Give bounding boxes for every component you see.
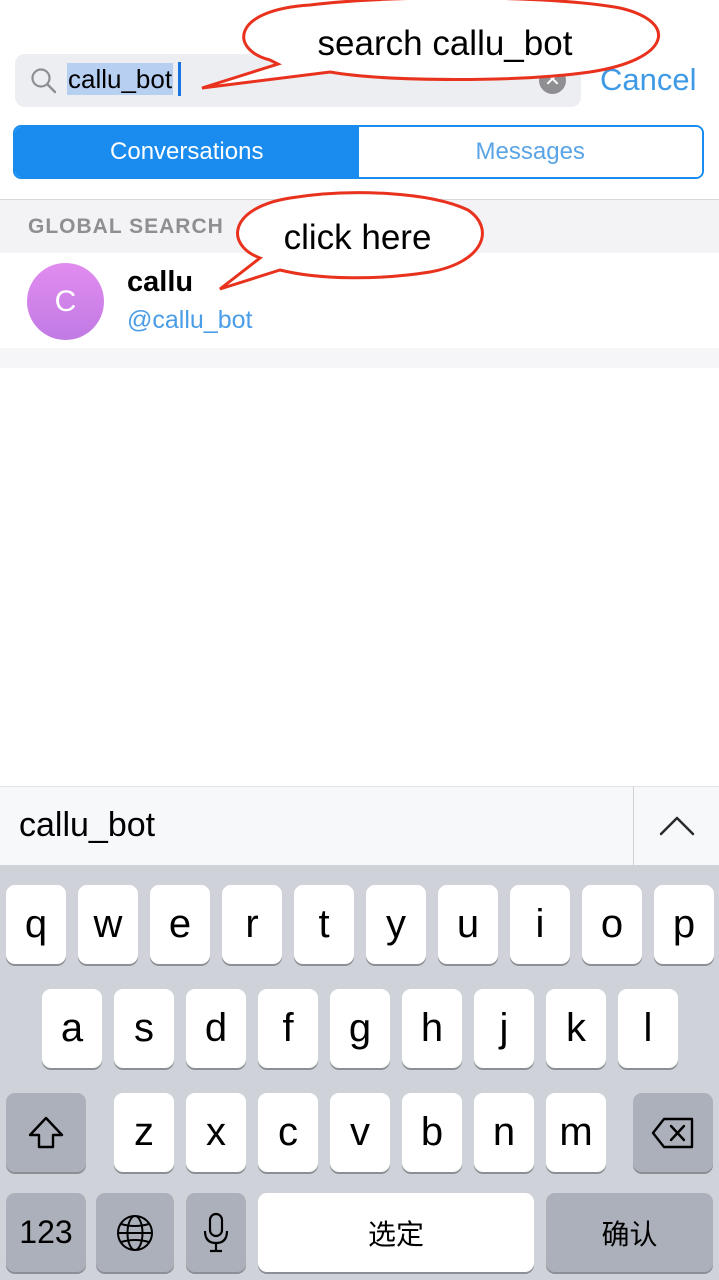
backspace-key[interactable] xyxy=(633,1093,713,1172)
click-callout-text: click here xyxy=(283,218,432,257)
key-c[interactable]: c xyxy=(258,1093,318,1172)
key-z[interactable]: z xyxy=(114,1093,174,1172)
shift-key[interactable] xyxy=(6,1093,86,1172)
key-e[interactable]: e xyxy=(150,885,210,964)
tab-messages[interactable]: Messages xyxy=(358,127,702,177)
search-icon xyxy=(31,68,57,94)
key-d[interactable]: d xyxy=(186,989,246,1068)
key-g[interactable]: g xyxy=(330,989,390,1068)
text-caret xyxy=(178,62,181,96)
key-w[interactable]: w xyxy=(78,885,138,964)
search-input[interactable]: callu_bot xyxy=(67,63,174,95)
key-m[interactable]: m xyxy=(546,1093,606,1172)
key-v[interactable]: v xyxy=(330,1093,390,1172)
row-separator xyxy=(0,348,719,368)
key-p[interactable]: p xyxy=(654,885,714,964)
key-y[interactable]: y xyxy=(366,885,426,964)
avatar: C xyxy=(27,263,104,340)
section-title: GLOBAL SEARCH xyxy=(28,215,224,238)
globe-icon xyxy=(117,1214,153,1251)
key-i[interactable]: i xyxy=(510,885,570,964)
microphone-key[interactable] xyxy=(186,1193,246,1272)
keyboard: q w e r t y u i o p a s d f g h j k l z … xyxy=(0,865,719,1280)
key-u[interactable]: u xyxy=(438,885,498,964)
key-l[interactable]: l xyxy=(618,989,678,1068)
space-key[interactable]: 选定 xyxy=(258,1193,534,1272)
chevron-up-icon[interactable] xyxy=(655,806,699,846)
key-a[interactable]: a xyxy=(42,989,102,1068)
globe-key[interactable] xyxy=(96,1193,174,1272)
search-callout-text: search callu_bot xyxy=(317,24,573,63)
key-r[interactable]: r xyxy=(222,885,282,964)
key-x[interactable]: x xyxy=(186,1093,246,1172)
key-n[interactable]: n xyxy=(474,1093,534,1172)
key-b[interactable]: b xyxy=(402,1093,462,1172)
suggestion-separator xyxy=(633,786,634,865)
key-h[interactable]: h xyxy=(402,989,462,1068)
numbers-key[interactable]: 123 xyxy=(6,1193,86,1272)
key-k[interactable]: k xyxy=(546,989,606,1068)
result-handle: @callu_bot xyxy=(127,306,253,334)
result-name: callu xyxy=(127,266,194,298)
shift-icon xyxy=(28,1116,64,1148)
suggestion-word[interactable]: callu_bot xyxy=(19,803,155,847)
search-scope-tabs: Conversations Messages xyxy=(13,125,704,179)
key-t[interactable]: t xyxy=(294,885,354,964)
backspace-icon xyxy=(651,1117,694,1148)
key-q[interactable]: q xyxy=(6,885,66,964)
confirm-key[interactable]: 确认 xyxy=(546,1193,713,1272)
key-j[interactable]: j xyxy=(474,989,534,1068)
microphone-icon xyxy=(203,1212,229,1252)
tab-conversations[interactable]: Conversations xyxy=(15,127,359,177)
key-o[interactable]: o xyxy=(582,885,642,964)
key-f[interactable]: f xyxy=(258,989,318,1068)
key-s[interactable]: s xyxy=(114,989,174,1068)
